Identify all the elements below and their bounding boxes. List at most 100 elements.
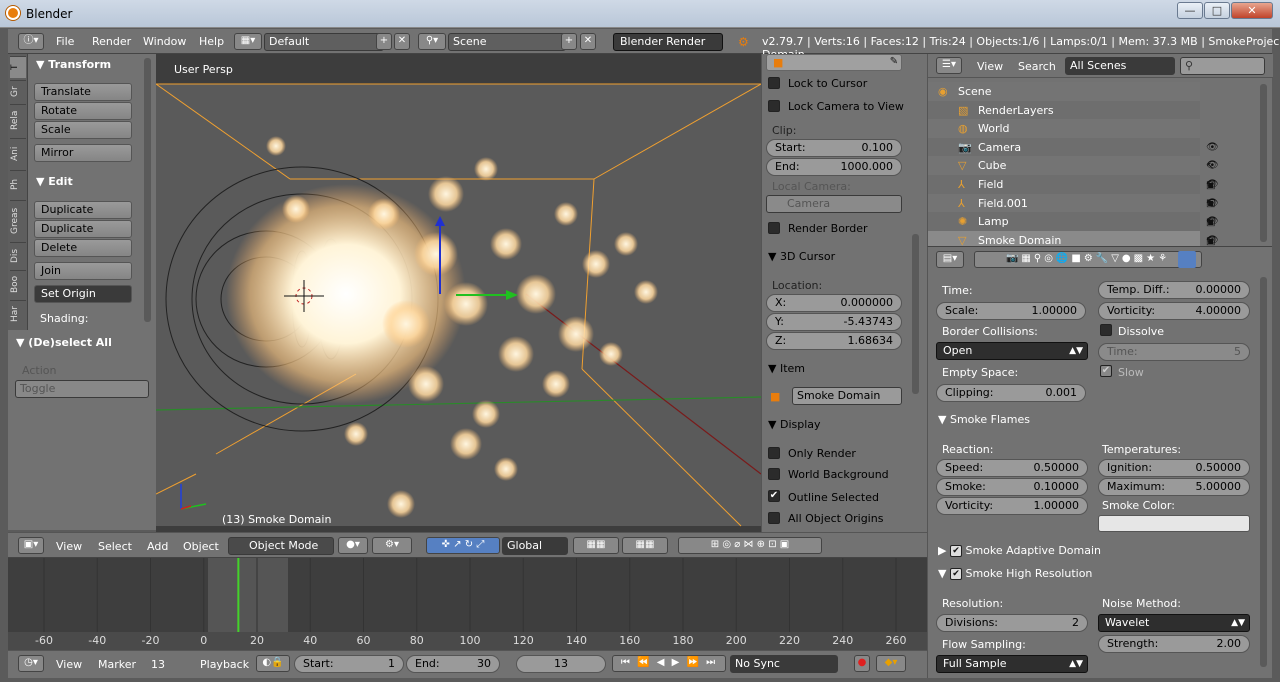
render-border-checkbox[interactable]: [768, 222, 780, 234]
playback-menu[interactable]: Playback: [200, 658, 249, 671]
manipulator-icons[interactable]: ✜ ↗ ↻ ⤢: [426, 537, 500, 554]
tab-tools[interactable]: T: [10, 56, 26, 78]
outliner-row[interactable]: ◉ Scene: [928, 82, 1200, 101]
tab-physics[interactable]: Ph: [10, 170, 26, 198]
tab-create[interactable]: Gr: [10, 80, 26, 102]
edit-header[interactable]: ▼ Edit: [36, 175, 73, 188]
cursor-y-field[interactable]: Y: -5.43743: [766, 313, 902, 331]
smoke-color-swatch[interactable]: [1098, 515, 1250, 532]
eyedropper-icon[interactable]: ✎: [888, 55, 900, 69]
outliner-scrollbar[interactable]: [1260, 84, 1267, 242]
screen-layout-icon[interactable]: ▦▾: [234, 33, 262, 50]
outliner-row[interactable]: ◍ World: [928, 119, 1200, 139]
noise-method-select[interactable]: Wavelet ▲▼: [1098, 614, 1250, 632]
3d-viewport[interactable]: User Persp (13) Smoke Domain: [156, 54, 761, 532]
display-header[interactable]: ▼ Display: [768, 418, 821, 431]
smoke-field[interactable]: Smoke: 0.10000: [936, 478, 1088, 496]
lock-camera-checkbox[interactable]: [768, 100, 780, 112]
world-background-checkbox[interactable]: [768, 468, 780, 480]
temp-diff-field[interactable]: Temp. Diff.: 0.00000: [1098, 281, 1250, 299]
outliner-filter-select[interactable]: All Scenes: [1065, 57, 1175, 75]
close-button[interactable]: ✕: [1231, 2, 1273, 19]
scale-field[interactable]: Scale: 1.00000: [936, 302, 1086, 320]
maximize-button[interactable]: □: [1204, 2, 1230, 19]
outliner-row[interactable]: ✺Lamp👁 ↖ ▣: [928, 212, 1219, 265]
marker-menu[interactable]: Marker: [98, 658, 136, 671]
outliner-row[interactable]: ⅄ Field 👁 ↖ ▣: [928, 175, 1219, 228]
divisions-field[interactable]: Divisions: 2: [936, 614, 1088, 632]
local-camera-field[interactable]: Camera: [766, 195, 902, 213]
pivot-icon[interactable]: ⚙▾: [372, 537, 412, 554]
transform-header[interactable]: ▼ Transform: [36, 58, 111, 71]
item-name-field[interactable]: Smoke Domain: [792, 387, 902, 405]
add-menu[interactable]: Add: [147, 540, 168, 553]
translate-button[interactable]: Translate: [34, 83, 132, 101]
editor-type-icon[interactable]: ⓘ▾: [18, 33, 44, 50]
slow-checkbox[interactable]: ✔: [1100, 365, 1112, 377]
high-resolution-header[interactable]: ▼ ✔ Smoke High Resolution: [938, 567, 1092, 580]
ignition-field[interactable]: Ignition: 0.50000: [1098, 459, 1250, 477]
item-header[interactable]: ▼ Item: [768, 362, 805, 375]
outliner-view-menu[interactable]: View: [977, 60, 1003, 73]
lock-cursor-checkbox[interactable]: [768, 77, 780, 89]
layers-grid-2-icon[interactable]: ▦▦: [622, 537, 668, 554]
outliner-search-input[interactable]: ⚲: [1180, 57, 1265, 75]
outliner-editor-icon[interactable]: ☰▾: [936, 57, 962, 74]
remove-layout-icon[interactable]: ✕: [394, 33, 410, 50]
outline-selected-checkbox[interactable]: ✔: [768, 490, 780, 502]
outliner-row[interactable]: ▽ Cube 👁 ↖ ▣: [928, 156, 1219, 209]
render-engine-select[interactable]: Blender Render: [613, 33, 723, 51]
playback-controls[interactable]: ⏮ ⏪ ◀ ▶ ⏩ ⏭: [612, 655, 726, 672]
timeline-editor-icon[interactable]: ◷▾: [18, 655, 44, 672]
outliner-search-menu[interactable]: Search: [1018, 60, 1056, 73]
tab-bool[interactable]: Boo: [10, 270, 26, 298]
record-icon[interactable]: ●: [854, 655, 870, 672]
flame-vorticity-field[interactable]: Vorticity: 1.00000: [936, 497, 1088, 515]
mode-select[interactable]: Object Mode: [228, 537, 334, 555]
snap-tools-icons[interactable]: ⊞ ◎ ⌀ ⋈ ⊕ ⊡ ▣: [678, 537, 822, 554]
add-scene-icon[interactable]: +: [561, 33, 577, 50]
toolshelf-scrollbar[interactable]: [144, 58, 151, 322]
clip-end-field[interactable]: End: 1000.000: [766, 158, 902, 176]
scene-field[interactable]: Scene: [448, 33, 566, 51]
outliner-row[interactable]: 📷 Camera 👁 ↖ ▣: [928, 137, 1219, 191]
preview-range-icon[interactable]: ◐🔒: [256, 655, 290, 672]
clip-start-field[interactable]: Start: 0.100: [766, 139, 902, 157]
smoke-flames-header[interactable]: ▼ Smoke Flames: [938, 413, 1030, 426]
tl-view-menu[interactable]: View: [56, 658, 82, 671]
end-frame-field[interactable]: End: 30: [406, 655, 500, 673]
scene-icon[interactable]: ⚲▾: [418, 33, 446, 50]
minimize-button[interactable]: —: [1177, 2, 1203, 19]
strength-field[interactable]: Strength: 2.00: [1098, 635, 1250, 653]
select-menu[interactable]: Select: [98, 540, 132, 553]
object-menu[interactable]: Object: [183, 540, 219, 553]
properties-scrollbar[interactable]: [1260, 277, 1267, 667]
clipping-field[interactable]: Clipping: 0.001: [936, 384, 1086, 402]
props-context-tabs[interactable]: 📷▦⚲◎🌐■⚙🔧▽●▩★⚘: [974, 251, 1202, 268]
start-frame-field[interactable]: Start: 1: [294, 655, 404, 673]
join-button[interactable]: Join: [34, 262, 132, 280]
operator-title[interactable]: ▼ (De)select All: [16, 336, 112, 349]
keying-set-icon[interactable]: ◆▾: [876, 655, 906, 672]
tab-animation[interactable]: Ani: [10, 138, 26, 168]
speed-field[interactable]: Speed: 0.50000: [936, 459, 1088, 477]
menu-file[interactable]: File: [56, 35, 74, 48]
menu-render[interactable]: Render: [92, 35, 131, 48]
tab-grease-pencil[interactable]: Greas: [10, 200, 26, 240]
menu-window[interactable]: Window: [143, 35, 186, 48]
sync-select[interactable]: No Sync: [730, 655, 838, 673]
only-render-checkbox[interactable]: [768, 447, 780, 459]
physics-tab-active[interactable]: [1178, 251, 1196, 268]
outliner-row[interactable]: ▧ RenderLayers: [928, 100, 1200, 120]
all-origins-checkbox[interactable]: [768, 512, 780, 524]
layers-grid-icon[interactable]: ▦▦: [573, 537, 619, 554]
scale-button[interactable]: Scale: [34, 121, 132, 139]
delete-button[interactable]: Delete: [34, 239, 132, 257]
maximum-field[interactable]: Maximum: 5.00000: [1098, 478, 1250, 496]
remove-scene-icon[interactable]: ✕: [580, 33, 596, 50]
npanel-scrollbar[interactable]: [912, 234, 919, 394]
lock-object-field[interactable]: ■: [766, 54, 902, 71]
current-frame-field[interactable]: 13: [516, 655, 606, 673]
vorticity-field[interactable]: Vorticity: 4.00000: [1098, 302, 1250, 320]
adaptive-domain-header[interactable]: ▶ ✔ Smoke Adaptive Domain: [938, 544, 1101, 557]
